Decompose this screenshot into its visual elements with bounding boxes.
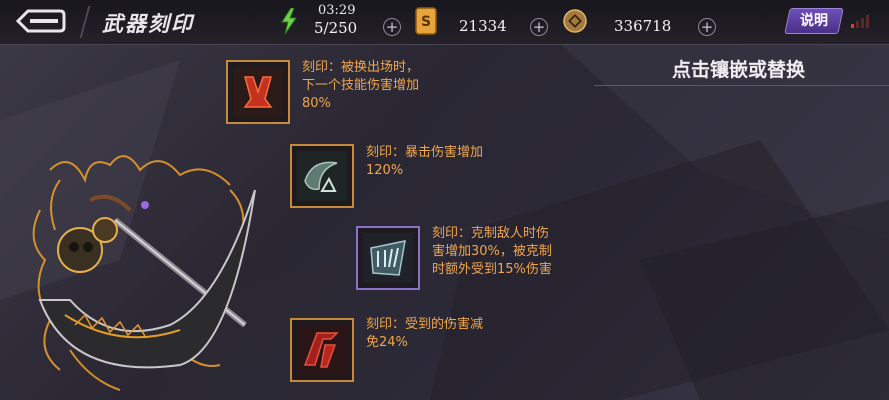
inscription-desc-3: 刻印：克制敌人时伤 害增加30%，被克制 时额外受到15%伤害 [432, 226, 552, 277]
clock-text: 03:29 [318, 3, 356, 18]
title-separator [79, 6, 91, 38]
crescent-emblem-icon [297, 151, 347, 201]
panel-divider [594, 85, 889, 86]
top-bar: 武器刻印 03:29 5/250 + S 21334 + 336718 + 说明 [0, 0, 889, 45]
inscription-desc-2: 刻印：暴击伤害增加 120% [366, 145, 484, 178]
add-ticket-button[interactable]: + [530, 18, 548, 36]
inscription-slot-3[interactable] [356, 226, 420, 290]
panel-title: 点击镶嵌或替换 [672, 59, 806, 81]
inscription-emblem-icon [233, 67, 283, 117]
coin-icon [563, 9, 587, 33]
help-button-label: 说明 [800, 13, 828, 29]
lightning-icon [281, 8, 297, 34]
signal-icon [851, 15, 869, 28]
back-button[interactable] [14, 6, 66, 36]
ticket-icon: S [415, 7, 437, 35]
add-stamina-button[interactable]: + [383, 18, 401, 36]
page-title: 武器刻印 [102, 12, 194, 36]
help-button[interactable]: 说明 [784, 8, 844, 34]
add-coin-button[interactable]: + [698, 18, 716, 36]
inscription-desc-4: 刻印：受到的伤害减 免24% [366, 317, 484, 350]
inscription-desc-1: 刻印：被换出场时， 下一个技能伤害增加 80% [302, 60, 420, 111]
claw-emblem-icon [363, 233, 413, 283]
slash-emblem-icon [297, 325, 347, 375]
coin-count: 336718 [614, 17, 672, 35]
svg-text:S: S [421, 14, 431, 30]
stamina-value: 5/250 [314, 19, 358, 37]
weapon-illustration [32, 155, 256, 391]
inscription-slot-1[interactable] [226, 60, 290, 124]
back-arrow-icon [15, 9, 66, 33]
ticket-count: 21334 [459, 17, 507, 35]
inscription-slot-4[interactable] [290, 318, 354, 382]
inscription-slot-2[interactable] [290, 144, 354, 208]
